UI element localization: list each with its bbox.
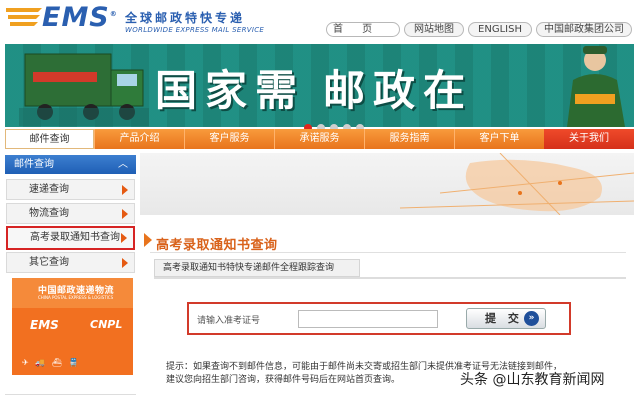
- postman-icon: [567, 46, 625, 127]
- sitemap-link[interactable]: 网站地图: [404, 22, 464, 37]
- sidebar-item-express[interactable]: 速递查询: [6, 179, 135, 200]
- delivery-truck-icon: [19, 53, 149, 126]
- exam-number-input[interactable]: [298, 310, 438, 328]
- sidebar-item-label: 高考录取通知书查询: [30, 232, 120, 243]
- china-post-group-link[interactable]: 中国邮政集团公司: [536, 22, 632, 37]
- tab-underline: [154, 277, 626, 279]
- sidebar-item-other[interactable]: 其它查询: [6, 252, 135, 273]
- nav-item-service-guide[interactable]: 服务指南: [364, 129, 454, 149]
- query-form: 请输入准考证号 提 交 »: [187, 302, 571, 335]
- ems-cnpl-ad[interactable]: 中国邮政速递物流 CHINA POSTAL EXPRESS & LOGISTIC…: [12, 278, 133, 375]
- nav-item-place-order[interactable]: 客户下单: [454, 129, 544, 149]
- brand-cn: 全球邮政特快专递: [125, 11, 246, 25]
- nav-item-mail-query[interactable]: 邮件查询: [5, 129, 94, 149]
- submit-button[interactable]: 提 交 »: [466, 308, 546, 329]
- nav-item-about-us[interactable]: 关于我们: [544, 129, 634, 149]
- banner-slogan: 国家需 邮政在: [155, 66, 474, 115]
- sidebar-divider: [5, 394, 136, 401]
- main-nav: 邮件查询 产品介绍 客户服务 承诺服务 服务指南 客户下单 关于我们: [5, 129, 634, 149]
- ems-page: EMS® 全球邮政特快专递 WORLDWIDE EXPRESS MAIL SER…: [0, 0, 640, 401]
- ems-wings-icon: [6, 8, 42, 26]
- sidebar-item-label: 其它查询: [29, 257, 69, 268]
- ems-logo[interactable]: EMS®: [42, 2, 118, 33]
- sidebar-item-label: 物流查询: [29, 208, 69, 219]
- exam-number-label: 请输入准考证号: [197, 316, 261, 326]
- english-link[interactable]: ENGLISH: [468, 22, 532, 37]
- china-map-icon: [399, 153, 634, 215]
- arrow-right-icon: [122, 258, 128, 268]
- arrow-right-icon: [121, 233, 127, 243]
- sidebar-item-gaokao-notice[interactable]: 高考录取通知书查询: [6, 226, 135, 250]
- sidebar-item-logistics[interactable]: 物流查询: [6, 203, 135, 224]
- site-header: EMS® 全球邮政特快专递 WORLDWIDE EXPRESS MAIL SER…: [0, 0, 640, 44]
- double-chevron-right-icon: »: [524, 311, 539, 326]
- sidebar: 邮件查询 ︿ 速递查询 物流查询 高考录取通知书查询 其它查询 中国邮政速递物流…: [5, 151, 136, 401]
- ad-cnpl-logo: CNPL: [90, 318, 123, 331]
- brand-en: WORLDWIDE EXPRESS MAIL SERVICE: [125, 26, 265, 34]
- carousel-dots: [304, 117, 369, 132]
- nav-item-promise-service[interactable]: 承诺服务: [274, 129, 364, 149]
- sidebar-item-label: 速递查询: [29, 184, 69, 195]
- map-graphic: [140, 153, 634, 215]
- ad-vehicle-icons: ✈ 🚚 ⛴ 🚆: [22, 358, 81, 367]
- ad-china-post-en: CHINA POSTAL EXPRESS & LOGISTICS: [38, 295, 114, 300]
- hero-banner[interactable]: 国家需 邮政在: [5, 44, 634, 127]
- ad-ems-logo: EMS: [30, 318, 59, 332]
- submit-label: 提 交: [485, 312, 523, 325]
- home-link[interactable]: 首 页: [326, 22, 400, 37]
- chevron-up-icon: ︿: [118, 159, 128, 170]
- tab-gaokao-tracking[interactable]: 高考录取通知书特快专递邮件全程跟踪查询: [154, 259, 360, 277]
- source-watermark: 头条 @山东教育新闻网: [460, 372, 605, 388]
- arrow-right-icon: [122, 185, 128, 195]
- nav-item-products[interactable]: 产品介绍: [94, 129, 184, 149]
- nav-item-customer-service[interactable]: 客户服务: [184, 129, 274, 149]
- title-divider: [150, 252, 626, 253]
- page-title: 高考录取通知书查询: [156, 238, 278, 253]
- title-arrow-icon: [144, 233, 152, 247]
- sidebar-header[interactable]: 邮件查询 ︿: [5, 155, 136, 174]
- main-content: 高考录取通知书查询 高考录取通知书特快专递邮件全程跟踪查询 请输入准考证号 提 …: [140, 151, 634, 401]
- arrow-right-icon: [122, 209, 128, 219]
